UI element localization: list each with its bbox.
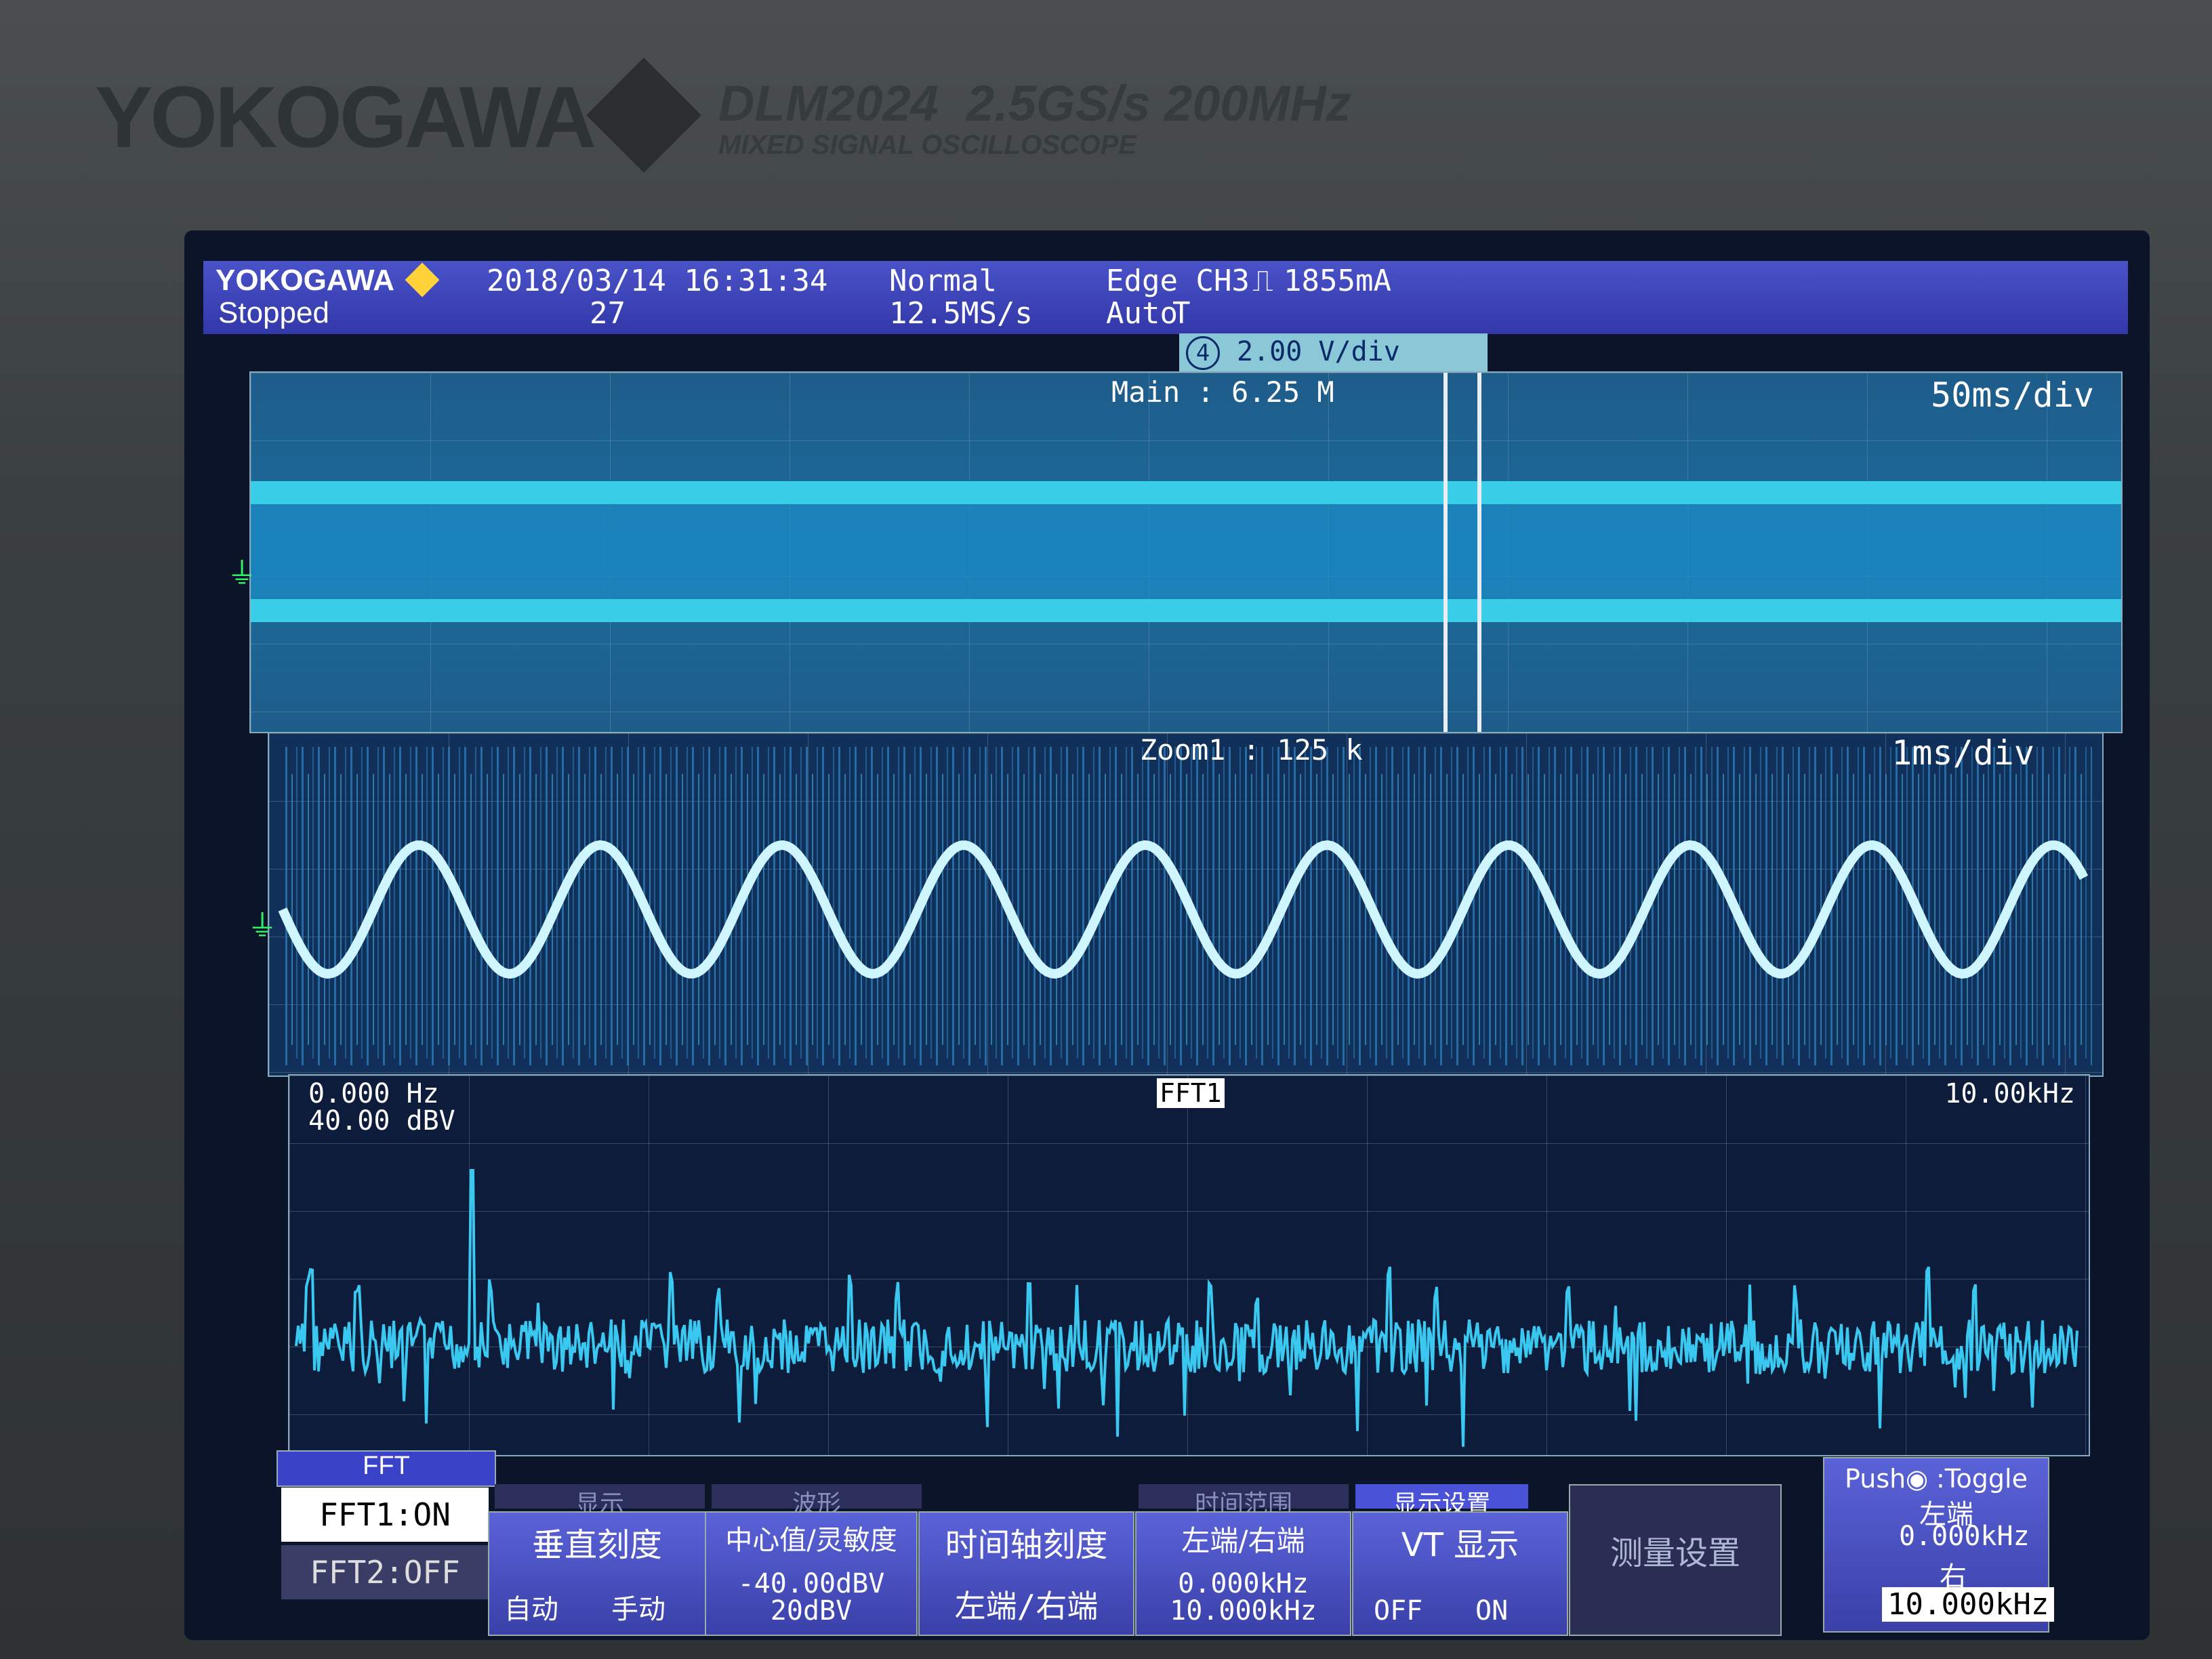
- sample-rate: 12.5MS/s: [889, 296, 1033, 331]
- trigger-source: Edge CH3: [1106, 264, 1250, 298]
- center-sensitivity-softkey[interactable]: 中心值/灵敏度 -40.00dBV 20dBV: [705, 1511, 918, 1636]
- fft-end-freq: 10.00kHz: [1944, 1078, 2075, 1109]
- channel-scale: 2.00 V/div: [1237, 336, 1400, 367]
- acq-mode: Normal: [889, 264, 997, 298]
- vertical-scale-title: 垂直刻度: [531, 1526, 662, 1564]
- channel-number: 4: [1186, 336, 1220, 370]
- zoom-waveform-panel: Zoom1 : 125 k 1ms/div: [268, 732, 2104, 1077]
- main-timebase: 50ms/div: [1931, 375, 2094, 415]
- vt-display-softkey[interactable]: VT 显示 OFF ON: [1352, 1511, 1568, 1636]
- tab-display[interactable]: 显示: [495, 1484, 705, 1518]
- bezel-model: DLM2024 2.5GS/s 200MHz: [718, 75, 1351, 132]
- knob-icon: ◉: [1906, 1464, 1929, 1494]
- knob-toggle: :Toggle: [1936, 1464, 2028, 1494]
- sensitivity-value: 20dBV: [770, 1595, 853, 1626]
- vertical-scale-softkey[interactable]: 垂直刻度 自动 手动: [488, 1511, 706, 1636]
- main-trace-bottom: [251, 599, 2121, 622]
- right-value: 10.000kHz: [1170, 1595, 1317, 1626]
- knob-right-value: 10.000kHz: [1882, 1587, 2055, 1622]
- vertical-scale-manual: 手动: [611, 1594, 665, 1625]
- ground-icon: ⏚: [227, 556, 257, 591]
- center-sensitivity-title: 中心值/灵敏度: [725, 1525, 897, 1556]
- time-axis-title: 时间轴刻度: [945, 1526, 1108, 1564]
- fft-panel: 0.000 Hz 40.00 dBV FFT1 10.00kHz: [288, 1074, 2090, 1456]
- main-record-length: Main : 6.25 M: [1111, 375, 1334, 409]
- zoom-timebase: 1ms/div: [1891, 733, 2034, 773]
- trigger-edge-icon: ⎍: [1252, 264, 1273, 298]
- vertical-scale-auto: 自动: [504, 1594, 558, 1625]
- fft-label: FFT1: [1157, 1078, 1225, 1108]
- time-axis-softkey[interactable]: 时间轴刻度 左端/右端: [918, 1511, 1134, 1636]
- status-logo: YOKOGAWA: [216, 264, 395, 297]
- zoom-cursor-right[interactable]: [1477, 373, 1481, 732]
- logo-diamond-icon: [405, 262, 440, 298]
- bezel-brand: YOKOGAWA: [95, 69, 596, 166]
- knob-left-value: 0.000kHz: [1899, 1521, 2030, 1552]
- zoom-record-length: Zoom1 : 125 k: [1140, 733, 1363, 766]
- status-bar: YOKOGAWA Stopped 2018/03/14 16:31:34 27 …: [203, 261, 2128, 334]
- left-right-title: 左端/右端: [1181, 1524, 1305, 1557]
- bezel-subtitle: MIXED SIGNAL OSCILLOSCOPE: [718, 130, 1137, 160]
- zoom-cursor-left[interactable]: [1443, 373, 1448, 732]
- vt-off: OFF: [1374, 1595, 1423, 1626]
- bezel-logo-diamond: [586, 58, 701, 173]
- fft2-toggle[interactable]: FFT2:OFF: [281, 1545, 489, 1599]
- knob-softkey[interactable]: Push ◉ :Toggle 左端 0.000kHz 右 10.000kHz: [1823, 1457, 2055, 1633]
- main-trace-top: [251, 481, 2121, 504]
- main-waveform-panel: Main : 6.25 M 50ms/div: [249, 371, 2123, 733]
- tab-waveform[interactable]: 波形: [712, 1484, 922, 1518]
- main-trace-band: [251, 504, 2121, 599]
- acq-count: 27: [590, 296, 626, 331]
- trigger-level: 1855mA: [1284, 264, 1391, 298]
- model-spec: 2.5GS/s 200MHz: [966, 75, 1351, 131]
- zoom-ground-icon: ⏚: [247, 909, 277, 943]
- fft-menu-tab[interactable]: FFT: [276, 1450, 496, 1487]
- acq-state: Stopped: [218, 296, 329, 329]
- vt-on: ON: [1475, 1595, 1509, 1626]
- channel-scale-tab[interactable]: 4 2.00 V/div: [1179, 333, 1488, 371]
- measure-settings-softkey[interactable]: 测量设置: [1569, 1484, 1782, 1636]
- tab-time-range[interactable]: 时间范围: [1139, 1484, 1349, 1518]
- fft-ref-level: 40.00 dBV: [308, 1105, 455, 1136]
- tab-display-settings[interactable]: 显示设置: [1355, 1484, 1528, 1518]
- datetime: 2018/03/14 16:31:34: [487, 264, 828, 298]
- knob-push: Push: [1845, 1464, 1906, 1494]
- fft1-toggle[interactable]: FFT1:ON: [281, 1488, 489, 1542]
- left-right-softkey[interactable]: 左端/右端 0.000kHz 10.000kHz: [1135, 1511, 1351, 1636]
- zoom-trace: [278, 747, 2092, 1065]
- measure-settings-title: 测量设置: [1610, 1534, 1740, 1572]
- time-axis-value: 左端/右端: [954, 1588, 1099, 1624]
- vt-display-title: VT 显示: [1401, 1526, 1519, 1564]
- fft-trace: [295, 1169, 2078, 1447]
- model-name: DLM2024: [718, 75, 939, 131]
- trigger-mode: Auto: [1106, 296, 1178, 331]
